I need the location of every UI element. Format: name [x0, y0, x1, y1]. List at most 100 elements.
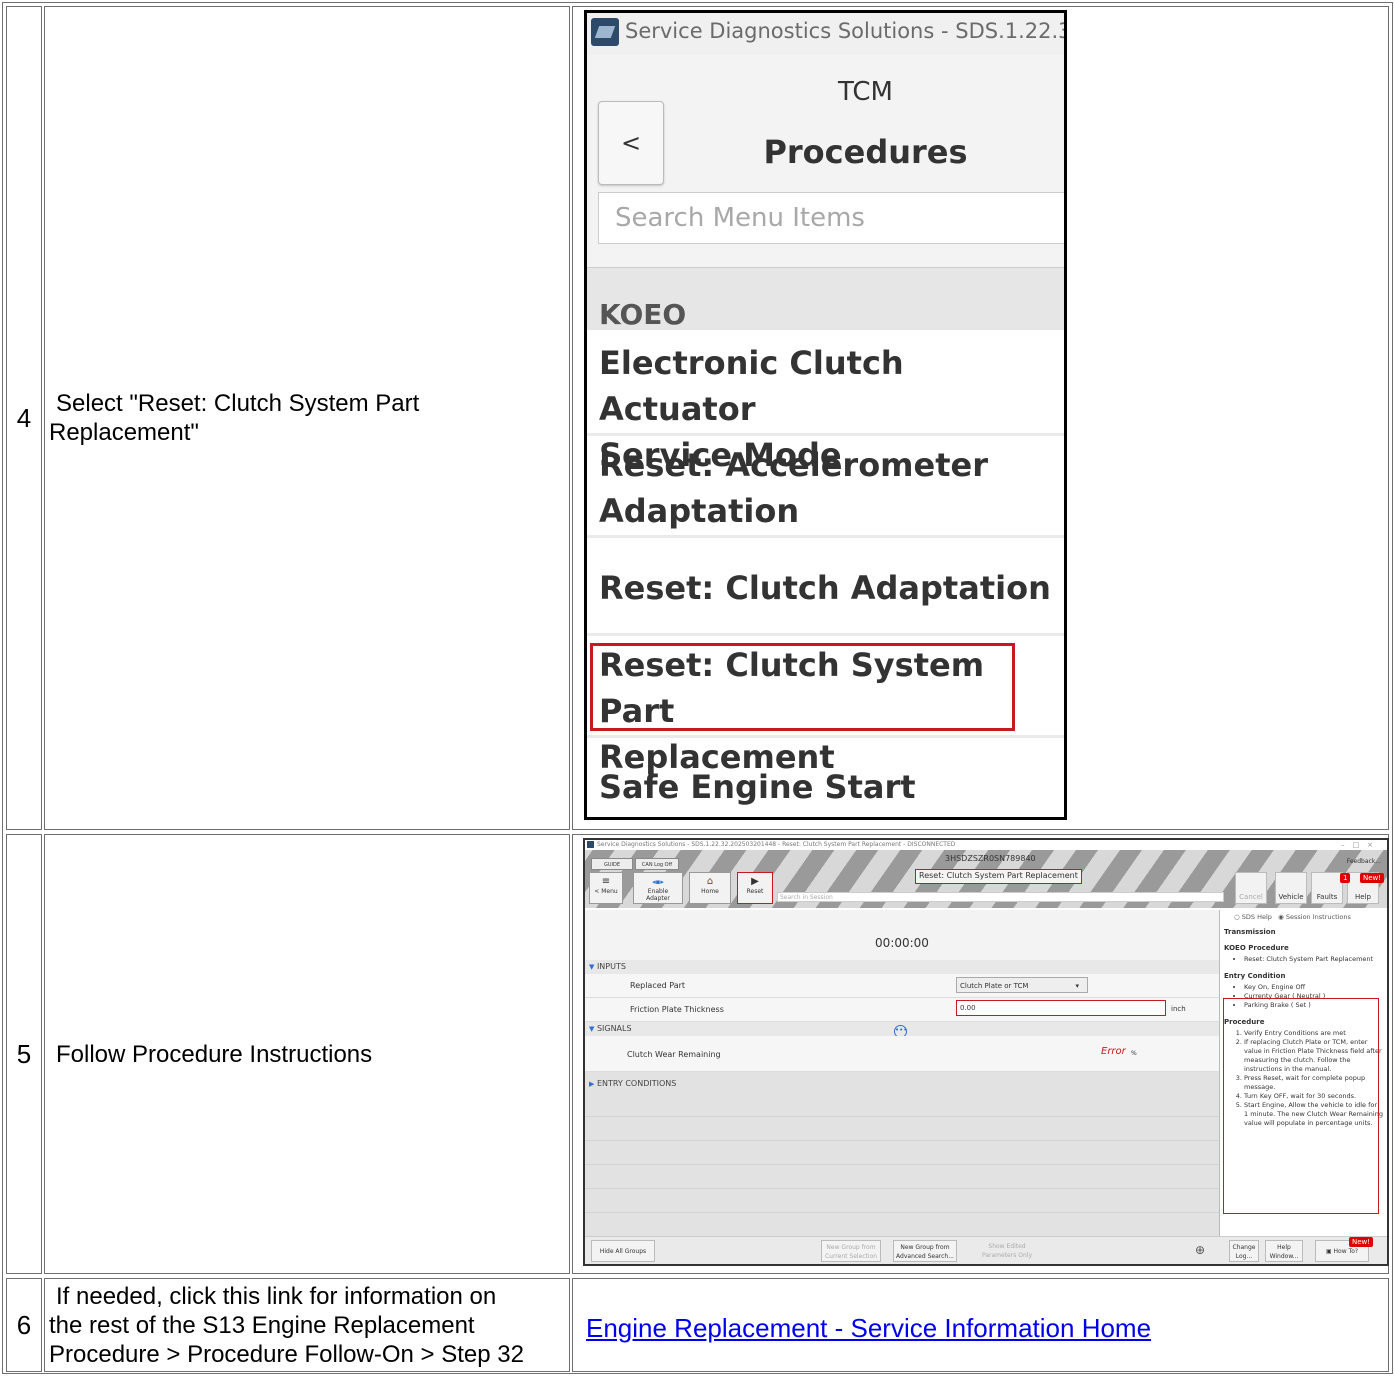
reset-button[interactable]: ▶ Reset: [737, 872, 773, 904]
session-main-panel: 00:00:00 ▼ INPUTS Replaced Part Clutch P…: [585, 910, 1219, 1248]
step-instruction-text: If needed, click this link for informati…: [49, 1282, 524, 1369]
group-label: INPUTS: [596, 962, 626, 971]
session-search-input[interactable]: Search in Session: [777, 892, 1224, 902]
unit-label: %: [1131, 1050, 1137, 1057]
expand-triangle-icon: ▶: [589, 1080, 595, 1088]
group-header-signals[interactable]: ▼ SIGNALS •••: [585, 1022, 1219, 1038]
collapse-triangle-icon: ▼: [589, 1025, 595, 1033]
menu-item-reset-accelerometer[interactable]: Reset: Accelerometer Adaptation: [587, 442, 1064, 534]
feedback-link[interactable]: Feedback...: [1347, 858, 1381, 865]
bottom-bar: Hide All Groups New Group from Current S…: [585, 1236, 1387, 1264]
group-header-entry-conditions[interactable]: ▶ ENTRY CONDITIONS: [585, 1077, 1219, 1091]
tab-sds-help[interactable]: SDS Help: [1242, 913, 1272, 921]
select-value: Clutch Plate or TCM: [960, 982, 1029, 990]
divider: [587, 735, 1064, 738]
window-title: Service Diagnostics Solutions - SDS.1.22…: [597, 841, 956, 848]
change-log-button[interactable]: Change Log...: [1229, 1240, 1259, 1262]
parameter-label: Replaced Part: [630, 981, 686, 990]
divider: [585, 1188, 1219, 1189]
side-tabs: ○ SDS Help ◉ Session Instructions: [1224, 910, 1383, 924]
step-instruction: Select "Reset: Clutch System Part Replac…: [44, 6, 570, 830]
instruction-line: Select "Reset: Clutch System Part: [56, 390, 420, 417]
adapter-icon: ◂▪▸: [652, 878, 664, 886]
new-group-current-button[interactable]: New Group from Current Selection: [821, 1240, 881, 1262]
checkbox-label: Show Edited: [988, 1243, 1026, 1250]
button-label: New Group from: [826, 1244, 876, 1251]
vehicle-button[interactable]: Vehicle: [1275, 872, 1307, 904]
divider: [585, 1164, 1219, 1165]
button-label: New Group from: [900, 1244, 950, 1251]
hide-all-groups-button[interactable]: Hide All Groups: [591, 1240, 655, 1262]
button-label: Window...: [1269, 1253, 1299, 1260]
parameter-row: Replaced Part Clutch Plate or TCM ▾: [585, 974, 1219, 998]
help-window-button[interactable]: Help Window...: [1265, 1240, 1303, 1262]
tab-session-instructions[interactable]: Session Instructions: [1286, 913, 1351, 921]
replaced-part-select[interactable]: Clutch Plate or TCM ▾: [956, 977, 1088, 993]
guide-button[interactable]: GUIDE: [591, 858, 633, 870]
session-instructions-panel: ○ SDS Help ◉ Session Instructions Transm…: [1219, 910, 1387, 1236]
sds-logo-icon: [587, 841, 594, 848]
radio-icon[interactable]: ○: [1234, 913, 1240, 921]
hamburger-icon: ≡: [601, 876, 611, 887]
step-number: 4: [6, 6, 42, 830]
vin-label: 3HSDZSZR0SN789840: [945, 854, 1036, 863]
group-header-koeo: KOEO: [587, 268, 1064, 331]
new-group-advanced-button[interactable]: New Group from Advanced Search...: [893, 1240, 957, 1262]
radio-selected-icon[interactable]: ◉: [1278, 913, 1284, 921]
button-label: Reset: [746, 888, 764, 895]
button-label: Home: [701, 888, 719, 895]
group-label: SIGNALS: [596, 1024, 632, 1033]
divider: [587, 433, 1064, 436]
cancel-button[interactable]: Cancel: [1235, 872, 1267, 904]
home-button[interactable]: ⌂ Home: [689, 872, 731, 904]
group-header-inputs[interactable]: ▼ INPUTS: [585, 960, 1219, 974]
play-icon: ▶: [751, 876, 759, 887]
search-menu-input[interactable]: Search Menu Items: [598, 192, 1064, 244]
sds-logo-icon: [591, 18, 619, 46]
procedure-title: Reset: Clutch System Part Replacement: [915, 869, 1082, 884]
menu-item-label: Adaptation: [599, 492, 800, 530]
procedure-list: Reset: Clutch System Part Replacement: [1224, 955, 1383, 964]
button-label: Help: [1277, 1244, 1291, 1251]
fault-count-badge: 1: [1340, 873, 1351, 883]
step-number-text: 6: [16, 1309, 32, 1340]
menu-item-reset-clutch-adaptation[interactable]: Reset: Clutch Adaptation: [587, 565, 1064, 611]
engine-replacement-link[interactable]: Engine Replacement - Service Information…: [586, 1313, 1151, 1344]
menu-button[interactable]: ≡ < Menu: [589, 872, 623, 904]
menu-item-label: Electronic Clutch Actuator: [599, 344, 904, 428]
window-titlebar: Service Diagnostics Solutions - SDS.1.22…: [585, 840, 1387, 850]
faults-button[interactable]: Faults: [1311, 872, 1343, 904]
button-label: Change: [1232, 1244, 1256, 1251]
window-titlebar: Service Diagnostics Solutions - SDS.1.22…: [587, 13, 1064, 55]
divider: [587, 633, 1064, 636]
clutch-wear-value: Error: [1101, 1046, 1126, 1057]
step-instruction: If needed, click this link for informati…: [44, 1278, 570, 1372]
divider: [585, 1212, 1219, 1213]
step-number: 6: [6, 1278, 42, 1372]
globe-icon[interactable]: ⊕: [1195, 1243, 1205, 1257]
menu-item-label: Safe Engine Start Control: [599, 768, 916, 817]
can-log-button[interactable]: CAN Log Off: [635, 858, 679, 870]
window-title: Service Diagnostics Solutions - SDS.1.22…: [625, 19, 1064, 43]
menu-item-label: Reset: Clutch Adaptation: [599, 569, 1051, 607]
instruction-line: If needed, click this link for informati…: [56, 1282, 497, 1310]
step-instruction: Follow Procedure Instructions: [44, 834, 570, 1274]
show-edited-checkbox[interactable]: Show Edited Parameters Only: [971, 1240, 1043, 1262]
list-item: Key On, Engine Off: [1244, 983, 1383, 992]
dropdown-arrow-icon: ▾: [1075, 982, 1079, 990]
divider: [585, 1116, 1219, 1117]
divider: [587, 535, 1064, 538]
section-heading: Transmission: [1224, 928, 1276, 936]
instruction-line: Procedure > Procedure Follow-On > Step 3…: [49, 1340, 524, 1368]
menu-item-safe-engine-start-control[interactable]: Safe Engine Start Control: [587, 764, 1064, 817]
button-label: < Menu: [594, 888, 618, 895]
enable-adapter-button[interactable]: ◂▪▸ Enable Adapter: [633, 872, 683, 904]
friction-plate-thickness-input[interactable]: 0.00: [956, 1000, 1166, 1016]
parameter-label: Friction Plate Thickness: [630, 1005, 724, 1014]
divider: [585, 1140, 1219, 1141]
parameter-row: Friction Plate Thickness 0.00 inch: [585, 998, 1219, 1022]
step-number-text: 4: [16, 402, 32, 433]
new-badge: New!: [1349, 1237, 1374, 1247]
session-timer: 00:00:00: [585, 910, 1219, 960]
window-controls[interactable]: –□×: [1341, 840, 1381, 850]
